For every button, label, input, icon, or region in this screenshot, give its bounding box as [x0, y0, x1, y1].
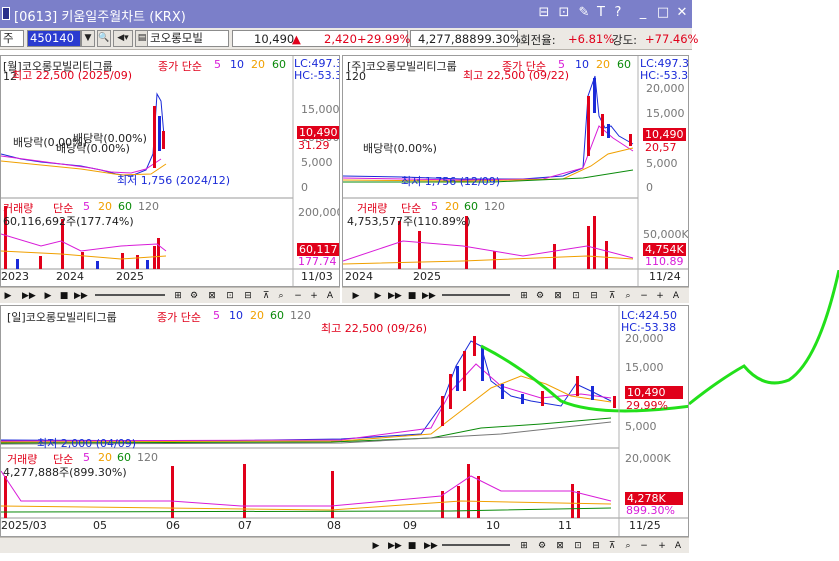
pin-icon[interactable]: ✎: [577, 6, 591, 20]
volume-value: 60,116,692주(177.74%): [3, 215, 134, 228]
weekly-high-label: 최고 22,500 (09/22): [463, 69, 570, 82]
zoom-icon: ⊞: [174, 291, 182, 301]
monthly-scrollbar[interactable]: ▶ ▶▶ ▶ ■ ▶▶ ⊞ ⚙ ⊠ ⊡ ⊟ ⊼ ⌕ − + A: [0, 287, 340, 303]
gear-icon: ⚙: [535, 291, 545, 301]
search-icon: ⌕: [625, 291, 631, 301]
monthly-date: 11/03: [301, 270, 333, 283]
toolbar: 주 450140 ▼ 🔍 ◀▾ ▤ 코오롱모빌 10,490 ▲ 2,420 +…: [0, 28, 699, 50]
monthly-surge-candle: [153, 106, 156, 168]
monthly-high-label: 최고 22,500 (2025/09): [12, 69, 133, 82]
maximize-button[interactable]: □: [656, 6, 670, 20]
change-rate: +29.99%: [357, 32, 411, 46]
monthly-chart-panel[interactable]: [월]코오롱모빌리티그룹 종가 단순 5 10 20 60 12 최고 22,5…: [0, 55, 340, 287]
daily-scrollbar[interactable]: ▶ ▶▶ ■ ▶▶ ⊞ ⚙ ⊠ ⊡ ⊟ ⊼ ⌕ − + A: [0, 537, 689, 553]
speaker-icon[interactable]: ◀▾: [113, 30, 133, 47]
search-icon[interactable]: 🔍: [97, 30, 111, 47]
window-title: [0613] 키움일주월차트 (KRX): [14, 10, 186, 25]
current-price: 10,490: [254, 32, 295, 46]
app-icon: [2, 7, 10, 20]
gear-icon: ⚙: [537, 541, 547, 551]
trade-volume: 4,277,888: [418, 32, 477, 46]
market-select[interactable]: 주: [0, 30, 24, 47]
monthly-price-tag: 10,490: [297, 126, 339, 139]
turnover-value: +6.81%: [568, 32, 615, 46]
search-icon: ⌕: [278, 291, 284, 301]
monthly-indicator: 종가 단순: [158, 60, 202, 73]
annotation-curve-outside: [689, 270, 839, 406]
volume-ratio: 99.30%: [477, 32, 521, 46]
help-icon[interactable]: ?: [611, 6, 625, 20]
dividend-label: 배당락(0.00%): [73, 132, 147, 145]
layout-icon[interactable]: ⊟: [537, 6, 551, 20]
daily-chart-panel[interactable]: [일]코오롱모빌리티그룹 종가 단순 5 10 20 60 120 최고 22,…: [0, 305, 689, 537]
search-icon: ⌕: [625, 541, 631, 551]
restore-layout-icon[interactable]: ⊡: [557, 6, 571, 20]
code-dropdown-icon[interactable]: ▼: [81, 30, 95, 47]
up-arrow-icon: ▲: [292, 32, 301, 46]
price-change: 2,420: [324, 32, 357, 46]
minimize-button[interactable]: _: [636, 6, 650, 20]
hc-value: HC:-53.3: [294, 69, 340, 82]
daily-chart-title: [일]코오롱모빌리티그룹: [7, 311, 117, 324]
weekly-chart-panel[interactable]: [주]코오롱모빌리티그룹 종가 단순 5 10 20 60 120 최고 22,…: [342, 55, 689, 287]
strength-value: +77.46%: [645, 32, 699, 46]
close-button[interactable]: ✕: [675, 6, 689, 20]
stock-code-input[interactable]: 450140: [27, 30, 81, 47]
weekly-low-label: 최저 1,756 (12/09): [401, 175, 501, 188]
strength-label: 강도:: [612, 33, 638, 47]
stock-name-field: 코오롱모빌: [147, 30, 229, 47]
daily-low-label: 최저 2,000 (04/09): [37, 437, 137, 450]
weekly-scrollbar[interactable]: ▶ ▶ ▶▶ ■ ▶▶ ⊞ ⚙ ⊠ ⊡ ⊟ ⊼ ⌕ − + A: [342, 287, 689, 303]
font-icon[interactable]: T: [594, 6, 608, 20]
daily-date: 11/25: [629, 519, 661, 532]
title-bar: [0613] 키움일주월차트 (KRX) ⊟ ⊡ ✎ T ? _ □ ✕: [0, 0, 692, 28]
turnover-label: 회전율:: [520, 33, 556, 47]
daily-high-label: 최고 22,500 (09/26): [321, 322, 428, 335]
monthly-low-label: 최저 1,756 (2024/12): [117, 174, 231, 187]
gear-icon: ⚙: [189, 291, 199, 301]
weekly-date: 11/24: [649, 270, 681, 283]
